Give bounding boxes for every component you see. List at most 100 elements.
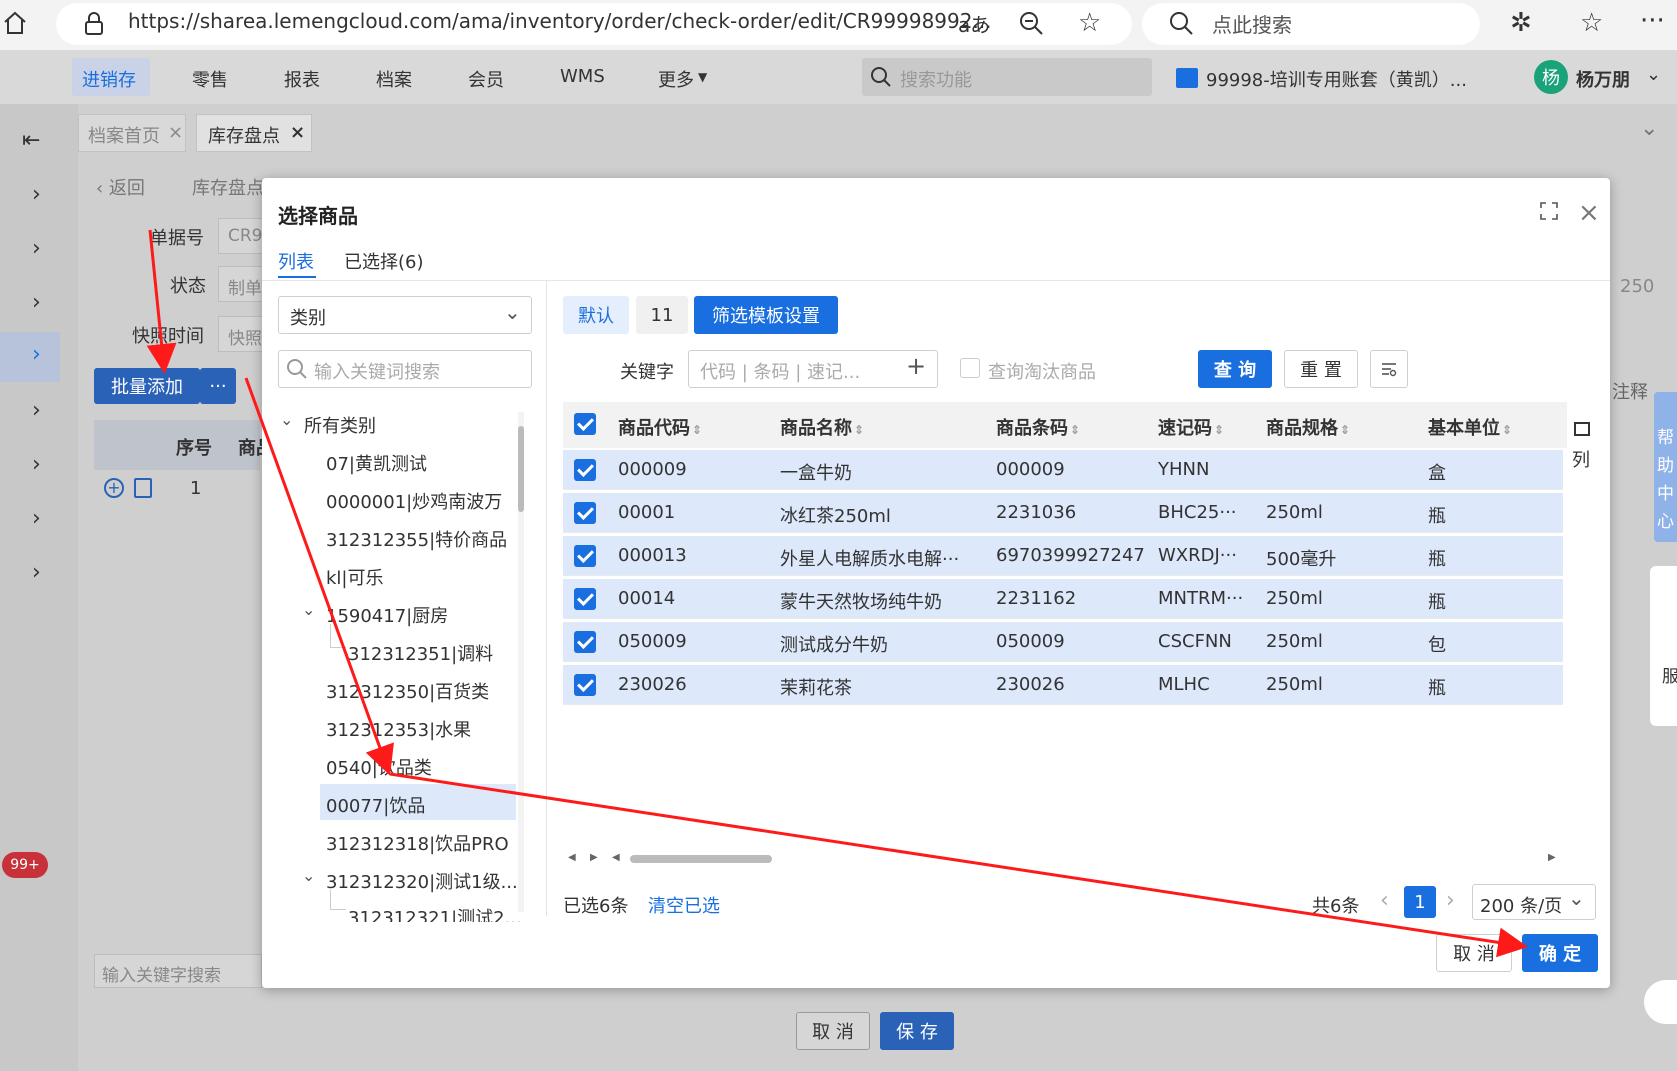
- sidebar-expand-icon[interactable]: ›: [32, 290, 41, 315]
- page-save-button[interactable]: 保 存: [880, 1012, 954, 1050]
- service-panel[interactable]: [1650, 566, 1677, 726]
- tree-item[interactable]: kl|可乐: [326, 564, 384, 590]
- chevron-down-icon[interactable]: ⌄: [1640, 116, 1658, 141]
- obsolete-label[interactable]: 查询淘汰商品: [988, 358, 1096, 384]
- extensions-icon[interactable]: ✲: [1510, 8, 1532, 38]
- page-size-value[interactable]: 200 条/页: [1480, 892, 1562, 918]
- tree-toggle-icon[interactable]: ⌄: [302, 866, 315, 885]
- row-checkbox[interactable]: [574, 631, 596, 653]
- next-page-icon[interactable]: ›: [1446, 888, 1455, 913]
- tab-selected[interactable]: 已选择(6): [344, 248, 424, 274]
- tab-inventory-check-label[interactable]: 库存盘点: [208, 122, 280, 148]
- reset-button[interactable]: 重 置: [1284, 350, 1358, 388]
- filter-tab-default[interactable]: 默认: [563, 296, 629, 334]
- tree-item[interactable]: 312312318|饮品PRO: [326, 830, 509, 856]
- col-header-code[interactable]: 商品代码: [618, 414, 702, 440]
- column-settings-icon[interactable]: [1574, 422, 1590, 436]
- tree-item[interactable]: 312312320|测试1级...: [326, 868, 518, 894]
- url-text[interactable]: https://sharea.lemengcloud.com/ama/inven…: [128, 9, 992, 33]
- snapshot-value[interactable]: 快照: [228, 324, 262, 349]
- tree-item[interactable]: 0540|饮品类: [326, 754, 432, 780]
- table-scrollbar-thumb[interactable]: [630, 855, 772, 863]
- col-header-unit[interactable]: 基本单位: [1428, 414, 1512, 440]
- status-value[interactable]: 制单: [228, 274, 262, 299]
- col-header-shorthand[interactable]: 速记码: [1158, 414, 1224, 440]
- cell-code[interactable]: 230026: [618, 674, 687, 695]
- avatar[interactable]: 杨: [1534, 60, 1568, 94]
- sidebar-expand-icon[interactable]: ›: [32, 506, 41, 531]
- nav-item-inventory[interactable]: 进销存: [82, 66, 136, 92]
- nav-item-reports[interactable]: 报表: [284, 66, 320, 92]
- tree-item[interactable]: 312312321|测试2...: [348, 904, 522, 922]
- chevron-down-icon[interactable]: ⌄: [504, 300, 521, 324]
- add-row-icon[interactable]: +: [104, 478, 124, 498]
- nav-item-more[interactable]: 更多: [658, 66, 694, 92]
- keyword-search-placeholder[interactable]: 输入关键字搜索: [102, 961, 221, 986]
- filter-tab-11[interactable]: 11: [636, 296, 688, 334]
- row-checkbox[interactable]: [574, 502, 596, 524]
- col-header-barcode[interactable]: 商品条码: [996, 414, 1080, 440]
- sidebar-expand-icon[interactable]: ›: [32, 182, 41, 207]
- keyword-input-placeholder[interactable]: 代码 | 条码 | 速记...: [700, 358, 860, 384]
- nav-item-retail[interactable]: 零售: [192, 66, 228, 92]
- help-center-text[interactable]: 帮助中心: [1657, 424, 1675, 536]
- prev-page-icon[interactable]: ‹: [1380, 888, 1389, 913]
- lock-icon[interactable]: [84, 12, 104, 36]
- obsolete-checkbox[interactable]: [960, 358, 980, 378]
- delete-row-icon[interactable]: [134, 478, 152, 498]
- chevron-down-icon[interactable]: ⌄: [1568, 886, 1585, 910]
- fullscreen-icon[interactable]: [1540, 202, 1558, 220]
- close-icon[interactable]: ×: [290, 122, 305, 143]
- row-checkbox[interactable]: [574, 588, 596, 610]
- favorite-star-icon[interactable]: ☆: [1078, 8, 1101, 38]
- tree-scrollbar-thumb[interactable]: [518, 426, 524, 512]
- sidebar-active-item[interactable]: [0, 332, 60, 382]
- batch-add-more-button[interactable]: ···: [200, 368, 236, 404]
- col-header-name[interactable]: 商品名称: [780, 414, 864, 440]
- row-checkbox[interactable]: [574, 674, 596, 696]
- page-cancel-button[interactable]: 取 消: [796, 1012, 870, 1050]
- tree-search-placeholder[interactable]: 输入关键词搜索: [314, 358, 440, 384]
- sidebar-expand-icon[interactable]: ›: [32, 560, 41, 585]
- tab-list[interactable]: 列表: [278, 248, 314, 274]
- favorites-list-icon[interactable]: ☆: [1580, 8, 1603, 38]
- zoom-out-icon[interactable]: [1018, 10, 1044, 36]
- tree-item[interactable]: 312312350|百货类: [326, 678, 489, 704]
- scroll-right-icon[interactable]: ▶: [1548, 852, 1556, 863]
- cell-code[interactable]: 00014: [618, 588, 675, 609]
- scroll-right-icon[interactable]: ▶: [590, 852, 598, 863]
- tree-item[interactable]: 312312355|特价商品: [326, 526, 507, 552]
- plus-icon[interactable]: +: [906, 352, 926, 380]
- tree-item[interactable]: 312312353|水果: [326, 716, 471, 742]
- browser-menu-icon[interactable]: ···: [1640, 6, 1665, 36]
- col-header-spec[interactable]: 商品规格: [1266, 414, 1350, 440]
- tree-item[interactable]: 07|黄凯测试: [326, 450, 427, 476]
- tree-item-selected[interactable]: 00077|饮品: [326, 792, 425, 818]
- home-icon[interactable]: [2, 10, 28, 36]
- browser-search-placeholder[interactable]: 点此搜索: [1212, 9, 1292, 38]
- cell-code[interactable]: 050009: [618, 631, 687, 652]
- filter-template-button[interactable]: 筛选模板设置: [694, 296, 838, 334]
- cell-code[interactable]: 00001: [618, 502, 675, 523]
- dialog-confirm-button[interactable]: 确 定: [1522, 934, 1598, 972]
- tab-archive-home-label[interactable]: 档案首页: [88, 122, 160, 148]
- close-dialog-icon[interactable]: ×: [1578, 198, 1600, 228]
- column-settings-label[interactable]: 列: [1572, 446, 1590, 472]
- user-name[interactable]: 杨万朋: [1576, 66, 1630, 92]
- cell-code[interactable]: 000009: [618, 459, 687, 480]
- read-aloud-icon[interactable]: aあ: [958, 9, 990, 38]
- tree-toggle-icon[interactable]: ⌄: [302, 600, 315, 619]
- back-label[interactable]: 返回: [109, 178, 145, 199]
- tree-item-all[interactable]: 所有类别: [304, 412, 376, 438]
- function-search-placeholder[interactable]: 搜索功能: [900, 66, 972, 92]
- tree-item[interactable]: 312312351|调料: [348, 640, 493, 666]
- row-checkbox[interactable]: [574, 545, 596, 567]
- tree-toggle-icon[interactable]: ⌄: [280, 410, 293, 429]
- page-number-current[interactable]: 1: [1404, 886, 1436, 918]
- sidebar-expand-icon[interactable]: ›: [32, 452, 41, 477]
- account-switcher[interactable]: 99998-培训专用账套（黄凯）...: [1206, 66, 1467, 92]
- row-checkbox[interactable]: [574, 459, 596, 481]
- notification-badge[interactable]: 99+: [2, 852, 48, 878]
- category-select-value[interactable]: 类别: [290, 304, 326, 330]
- scroll-left-icon[interactable]: ◀: [568, 852, 576, 863]
